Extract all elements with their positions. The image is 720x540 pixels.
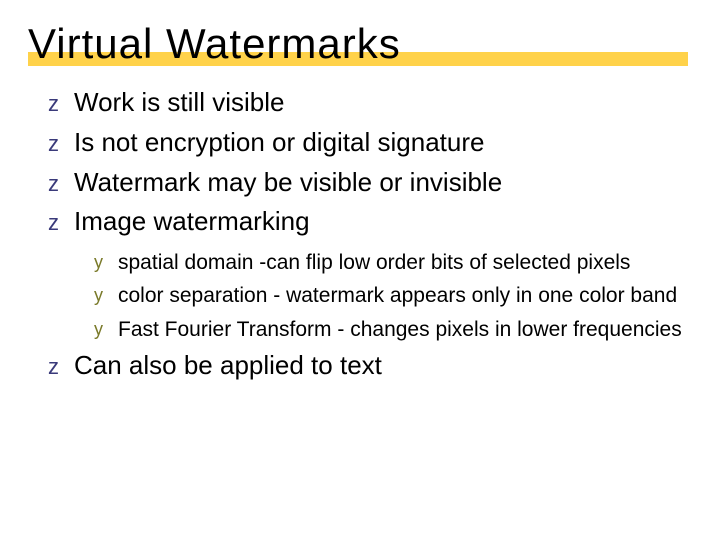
bullet-text: Watermark may be visible or invisible <box>74 167 502 197</box>
sub-bullet-item: color separation - watermark appears onl… <box>94 282 692 309</box>
bullet-item: Can also be applied to text <box>48 349 692 383</box>
sub-bullet-item: Fast Fourier Transform - changes pixels … <box>94 316 692 343</box>
bullet-text: Work is still visible <box>74 87 284 117</box>
bullet-text: Can also be applied to text <box>74 350 382 380</box>
bullet-item: Is not encryption or digital signature <box>48 126 692 160</box>
bullet-text: Image watermarking <box>74 206 310 236</box>
sub-bullet-list: spatial domain -can flip low order bits … <box>74 249 692 343</box>
sub-bullet-text: Fast Fourier Transform - changes pixels … <box>118 318 682 341</box>
bullet-item: Work is still visible <box>48 86 692 120</box>
sub-bullet-text: color separation - watermark appears onl… <box>118 284 677 307</box>
sub-bullet-item: spatial domain -can flip low order bits … <box>94 249 692 276</box>
bullet-list: Work is still visible Is not encryption … <box>28 86 692 383</box>
slide: Virtual Watermarks Work is still visible… <box>0 0 720 540</box>
bullet-text: Is not encryption or digital signature <box>74 127 484 157</box>
bullet-item: Watermark may be visible or invisible <box>48 166 692 200</box>
title-wrap: Virtual Watermarks <box>28 20 692 68</box>
sub-bullet-text: spatial domain -can flip low order bits … <box>118 251 630 274</box>
slide-title: Virtual Watermarks <box>28 20 401 68</box>
bullet-item: Image watermarking spatial domain -can f… <box>48 205 692 343</box>
